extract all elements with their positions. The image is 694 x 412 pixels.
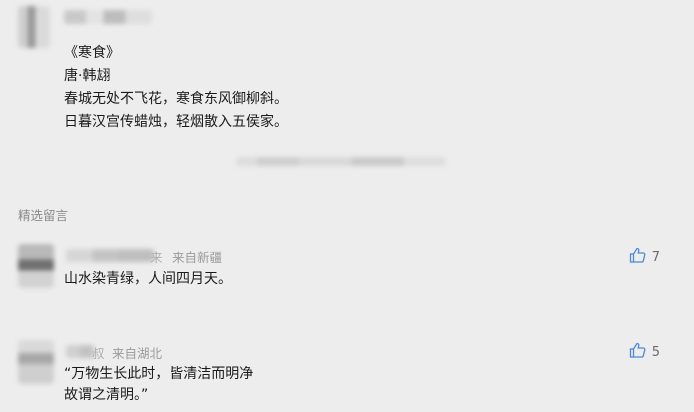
author-name-blurred	[64, 10, 152, 24]
like-button[interactable]: 5	[629, 342, 660, 362]
commenter-avatar[interactable]	[18, 244, 54, 288]
like-button[interactable]: 7	[629, 247, 660, 267]
comment-text: “万物生长此时，皆清洁而明净 故谓之清明。”	[64, 364, 253, 406]
author-avatar[interactable]	[18, 6, 50, 48]
commenter-name-fragment: 来	[150, 250, 163, 265]
comment-origin: 来自新疆	[172, 250, 223, 265]
blurred-footer-link[interactable]	[236, 157, 446, 166]
comment-line: 故谓之清明。”	[64, 387, 149, 403]
poem-line-1: 春城无处不飞花，寒食东风御柳斜。	[64, 91, 288, 107]
comments-section-title: 精选留言	[18, 208, 69, 223]
thumbs-up-icon	[629, 342, 646, 362]
poem-line-2: 日暮汉宫传蜡烛，轻烟散入五侯家。	[64, 114, 288, 130]
like-count: 7	[651, 249, 660, 265]
thumbs-up-icon	[629, 247, 646, 267]
commenter-name-blurred	[66, 345, 94, 358]
comment-line: 山水染青绿，人间四月天。	[64, 271, 232, 287]
commenter-name-fragment: 叔	[92, 346, 105, 361]
poem-content: 《寒食》 唐·韩翃 春城无处不飞花，寒食东风御柳斜。 日暮汉宫传蜡烛，轻烟散入五…	[64, 42, 288, 134]
poem-author: 唐·韩翃	[64, 68, 111, 84]
commenter-name-blurred	[66, 249, 154, 262]
poem-title: 《寒食》	[64, 45, 120, 61]
comment-text: 山水染青绿，人间四月天。	[64, 269, 232, 290]
commenter-avatar[interactable]	[18, 340, 54, 384]
comment-origin: 来自湖北	[112, 346, 163, 361]
comment-line: “万物生长此时，皆清洁而明净	[64, 366, 254, 382]
like-count: 5	[651, 344, 660, 360]
article-page: 《寒食》 唐·韩翃 春城无处不飞花，寒食东风御柳斜。 日暮汉宫传蜡烛，轻烟散入五…	[0, 0, 694, 412]
